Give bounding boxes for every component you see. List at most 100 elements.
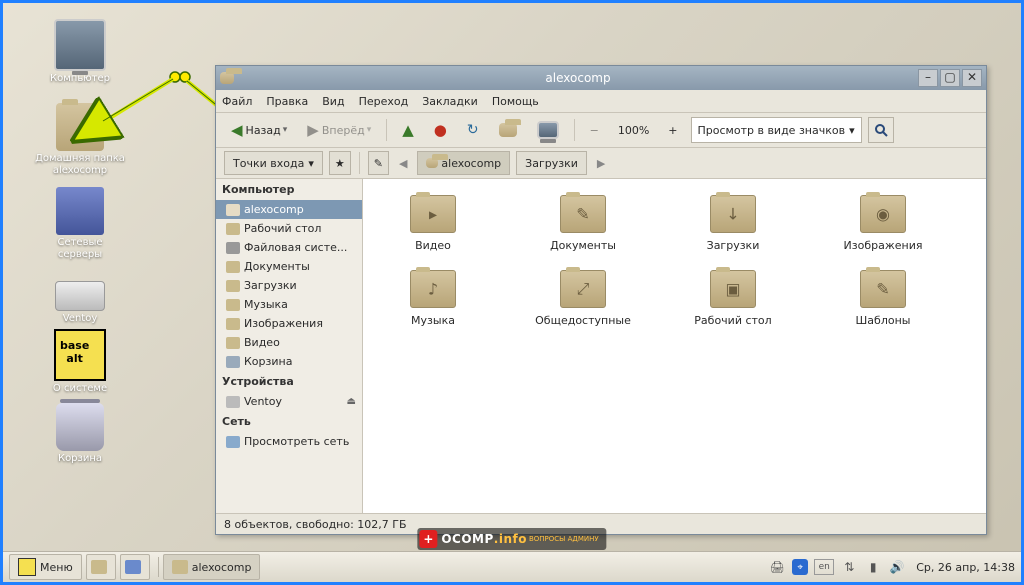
folder-item[interactable]: ▸ Видео xyxy=(383,195,483,252)
reload-button[interactable]: ↻ xyxy=(460,116,486,144)
folder-content[interactable]: ▸ Видео ✎ Документы ↓ Загрузки ◉Изображения ♪ Му… xyxy=(363,179,986,513)
desktop-icon-home[interactable]: Домашняя папка alexocomp xyxy=(35,103,125,177)
bluetooth-tray-icon[interactable]: ⌖ xyxy=(792,559,808,575)
menu-file[interactable]: Файл xyxy=(222,95,252,108)
zoom-in-button[interactable]: + xyxy=(661,116,684,144)
sidebar-item-browse-network[interactable]: Просмотреть сеть xyxy=(216,432,362,451)
menu-go[interactable]: Переход xyxy=(359,95,409,108)
sidebar-item-home[interactable]: alexocomp xyxy=(216,200,362,219)
close-button[interactable]: ✕ xyxy=(962,69,982,87)
clock[interactable]: Ср, 26 апр, 14:38 xyxy=(916,561,1015,574)
home-button[interactable] xyxy=(492,116,524,144)
folder-icon: ▸ xyxy=(410,195,456,233)
keyboard-layout-indicator[interactable]: en xyxy=(814,559,834,575)
sidebar-group-computer: Компьютер xyxy=(216,179,362,200)
icon-label: Ventoy xyxy=(35,313,125,325)
sidebar-item-pictures[interactable]: Изображения xyxy=(216,314,362,333)
icon-label: Корзина xyxy=(35,453,125,465)
desktop-icon-network[interactable]: Сетевые серверы xyxy=(35,187,125,261)
sidebar: Компьютер alexocomp Рабочий стол Файлова… xyxy=(216,179,363,513)
folder-icon: ✎ xyxy=(860,270,906,308)
folder-label: Музыка xyxy=(383,314,483,327)
up-button[interactable]: ▲ xyxy=(395,116,421,144)
computer-button[interactable] xyxy=(530,116,566,144)
printer-tray-icon[interactable]: 🖨 xyxy=(768,558,786,576)
folder-icon: ⤢ xyxy=(560,270,606,308)
folder-item[interactable]: ♪ Музыка xyxy=(383,270,483,327)
folder-item[interactable]: ⤢ Общедоступные xyxy=(533,270,633,327)
desktop-icon-about[interactable]: basealt О системе xyxy=(35,329,125,395)
sidebar-item-trash[interactable]: Корзина xyxy=(216,352,362,371)
entry-points-button[interactable]: Точки входа▾ xyxy=(224,151,323,175)
breadcrumb-home[interactable]: alexocomp xyxy=(417,151,510,175)
folder-item[interactable]: ↓ Загрузки xyxy=(683,195,783,252)
titlebar[interactable]: alexocomp – ▢ ✕ xyxy=(216,66,986,90)
folder-item[interactable]: ✎ Документы xyxy=(533,195,633,252)
back-button[interactable]: ◀Назад▾ xyxy=(224,116,294,144)
search-button[interactable] xyxy=(868,117,894,143)
window-icon xyxy=(220,72,234,84)
desktop-icon-computer[interactable]: Компьютер xyxy=(35,19,125,85)
plus-icon: + xyxy=(419,530,437,548)
sidebar-item-documents[interactable]: Документы xyxy=(216,257,362,276)
folder-icon: ↓ xyxy=(710,195,756,233)
drive-icon xyxy=(55,281,105,311)
basealt-icon: basealt xyxy=(54,329,106,381)
zoom-out-button[interactable]: − xyxy=(583,116,606,144)
desktop-icon-ventoy[interactable]: Ventoy xyxy=(35,261,125,325)
trash-icon xyxy=(56,403,104,451)
sidebar-item-video[interactable]: Видео xyxy=(216,333,362,352)
folder-label: Видео xyxy=(383,239,483,252)
sidebar-item-filesystem[interactable]: Файловая систе... xyxy=(216,238,362,257)
folder-label: Шаблоны xyxy=(833,314,933,327)
volume-tray-icon[interactable]: 🔊 xyxy=(888,558,906,576)
file-manager-launcher[interactable] xyxy=(120,554,150,580)
folder-label: Загрузки xyxy=(683,239,783,252)
sidebar-item-desktop[interactable]: Рабочий стол xyxy=(216,219,362,238)
panel: Меню alexocomp 🖨 ⌖ en ⇅ ▮ 🔊 Ср, 26 апр, … xyxy=(3,551,1021,582)
network-tray-icon[interactable]: ⇅ xyxy=(840,558,858,576)
menu-help[interactable]: Помощь xyxy=(492,95,539,108)
folder-item[interactable]: ✎ Шаблоны xyxy=(833,270,933,327)
eject-icon[interactable]: ⏏ xyxy=(347,396,356,407)
edit-path-button[interactable]: ✎ xyxy=(368,151,389,175)
sidebar-item-downloads[interactable]: Загрузки xyxy=(216,276,362,295)
menu-edit[interactable]: Правка xyxy=(266,95,308,108)
maximize-button[interactable]: ▢ xyxy=(940,69,960,87)
folder-item[interactable]: ▣Рабочий стол xyxy=(683,270,783,327)
icon-label: Домашняя папка alexocomp xyxy=(35,153,125,177)
folder-label: Документы xyxy=(533,239,633,252)
forward-button[interactable]: ▶Вперёд▾ xyxy=(300,116,378,144)
bookmark-button[interactable]: ★ xyxy=(329,151,351,175)
sidebar-item-music[interactable]: Музыка xyxy=(216,295,362,314)
location-bar: Точки входа▾ ★ ✎ ◀ alexocomp Загрузки ▶ xyxy=(216,148,986,179)
stop-button[interactable]: ● xyxy=(427,116,454,144)
menu-bookmarks[interactable]: Закладки xyxy=(422,95,478,108)
breadcrumb-downloads[interactable]: Загрузки xyxy=(516,151,587,175)
home-folder-icon xyxy=(56,103,104,151)
folder-icon: ♪ xyxy=(410,270,456,308)
show-desktop-button[interactable] xyxy=(86,554,116,580)
sidebar-group-devices: Устройства xyxy=(216,371,362,392)
network-icon xyxy=(56,187,104,235)
battery-tray-icon[interactable]: ▮ xyxy=(864,558,882,576)
taskbar-item-filemanager[interactable]: alexocomp xyxy=(163,554,261,580)
desktop-icon-trash[interactable]: Корзина xyxy=(35,403,125,465)
breadcrumb-prev[interactable]: ◀ xyxy=(395,157,411,170)
menu-view[interactable]: Вид xyxy=(322,95,344,108)
sidebar-item-ventoy[interactable]: Ventoy⏏ xyxy=(216,392,362,411)
menubar: Файл Правка Вид Переход Закладки Помощь xyxy=(216,90,986,113)
view-mode-selector[interactable]: Просмотр в виде значков▾ xyxy=(691,117,862,143)
computer-icon xyxy=(54,19,106,71)
tray: 🖨 ⌖ en ⇅ ▮ 🔊 Ср, 26 апр, 14:38 xyxy=(768,558,1015,576)
minimize-button[interactable]: – xyxy=(918,69,938,87)
folder-item[interactable]: ◉Изображения xyxy=(833,195,933,252)
menu-button[interactable]: Меню xyxy=(9,554,82,580)
breadcrumb-next[interactable]: ▶ xyxy=(593,157,609,170)
file-manager-window: alexocomp – ▢ ✕ Файл Правка Вид Переход … xyxy=(215,65,987,535)
sidebar-group-network: Сеть xyxy=(216,411,362,432)
zoom-level: 100% xyxy=(612,124,655,137)
folder-icon: ▣ xyxy=(710,270,756,308)
folder-icon: ✎ xyxy=(560,195,606,233)
folder-label: Общедоступные xyxy=(533,314,633,327)
